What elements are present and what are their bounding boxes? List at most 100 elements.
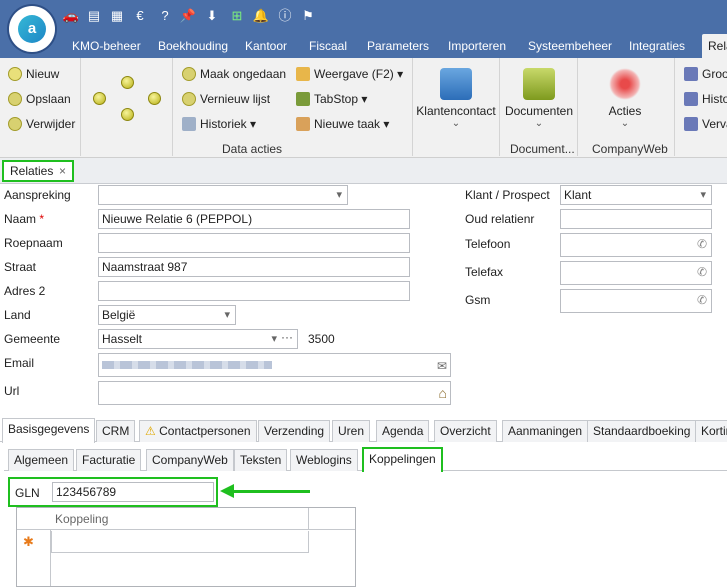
documenten-button[interactable]: Documenten ⌄ [504, 68, 574, 129]
save-button[interactable]: Opslaan [8, 89, 71, 109]
chevron-down-icon[interactable]: ▾ [271, 330, 277, 348]
tab-agenda[interactable]: Agenda [376, 420, 430, 442]
bell-icon[interactable]: 🔔 [252, 7, 270, 25]
tab-companyweb[interactable]: CompanyWeb [146, 449, 234, 471]
gemeente-select[interactable]: Hasselt ▾ ··· [98, 329, 298, 349]
menu-tab-relaties[interactable]: Rela [702, 34, 727, 58]
tab-facturatie[interactable]: Facturatie [76, 449, 142, 471]
klant-prospect-select[interactable]: Klant [560, 185, 712, 205]
refresh-button[interactable]: Vernieuw lijst [182, 89, 270, 109]
history-label: Historiek [200, 117, 247, 131]
tab-standaardboeking[interactable]: Standaardboeking [587, 420, 697, 442]
app-logo[interactable]: a [9, 6, 55, 52]
undo-button[interactable]: Maak ongedaan [182, 64, 286, 84]
group-icon [684, 67, 698, 81]
right-item-label: Histo [702, 92, 727, 106]
ribbon-right-item-1[interactable]: Groo [684, 64, 727, 84]
view-button[interactable]: Weergave (F2) ▾ [296, 64, 403, 84]
contacts-icon[interactable]: ▤ [85, 7, 103, 25]
tab-algemeen[interactable]: Algemeen [8, 449, 75, 471]
ribbon-separator [412, 58, 413, 156]
nav-first-icon[interactable] [93, 92, 106, 105]
tab-crm[interactable]: CRM [96, 420, 136, 442]
delete-icon [8, 117, 22, 131]
tab-teksten[interactable]: Teksten [234, 449, 288, 471]
tab-overzicht[interactable]: Overzicht [434, 420, 497, 442]
menu-tab-boekhouding[interactable]: Boekhouding [158, 36, 228, 56]
menu-tab-integraties[interactable]: Integraties [629, 36, 685, 56]
menu-tab-parameters[interactable]: Parameters [367, 36, 429, 56]
tab-aanmaningen[interactable]: Aanmaningen [502, 420, 589, 442]
menu-tab-kantoor[interactable]: Kantoor [245, 36, 287, 56]
gln-field[interactable]: 123456789 [52, 482, 214, 502]
tab-basisgegevens[interactable]: Basisgegevens [2, 418, 96, 443]
naam-field[interactable]: Nieuwe Relatie 6 (PEPPOL) [98, 209, 410, 229]
history-button[interactable]: Historiek ▾ [182, 114, 256, 134]
koppeling-grid[interactable]: Koppeling ✱ [16, 507, 356, 587]
menu-tab-systeembeheer[interactable]: Systeembeheer [528, 36, 612, 56]
tab-contactpersonen[interactable]: ⚠ Contactpersonen [139, 420, 257, 442]
warning-icon: ⚠ [145, 424, 156, 438]
download-icon[interactable]: ⬇ [203, 7, 221, 25]
currency-icon[interactable]: € [131, 7, 149, 25]
person-icon [440, 68, 472, 100]
right-item-label: Verva [702, 117, 727, 131]
telefax-field[interactable]: ✆ [560, 261, 712, 285]
car-icon[interactable]: 🚗 [62, 7, 80, 25]
gsm-field[interactable]: ✆ [560, 289, 712, 313]
tab-weblogins[interactable]: Weblogins [290, 449, 358, 471]
new-row[interactable] [51, 531, 309, 553]
oud-relatienr-field[interactable] [560, 209, 712, 229]
pin-icon[interactable]: 📌 [179, 7, 197, 25]
straat-field[interactable]: Naamstraat 987 [98, 257, 410, 277]
ribbon-right-item-2[interactable]: Histo [684, 89, 727, 109]
email-field[interactable]: ✉ [98, 353, 451, 377]
nav-last-icon[interactable] [148, 92, 161, 105]
tab-relaties[interactable]: Relaties × [2, 160, 74, 182]
ribbon-right-item-3[interactable]: Verva [684, 114, 727, 134]
adres2-field[interactable] [98, 281, 410, 301]
tab-koppelingen[interactable]: Koppelingen [362, 447, 443, 472]
new-task-label: Nieuwe taak [314, 117, 381, 131]
close-icon[interactable]: × [59, 162, 66, 180]
menu-tab-fiscaal[interactable]: Fiscaal [309, 36, 347, 56]
info-icon[interactable]: ⓘ [276, 7, 294, 25]
help-icon[interactable]: ? [156, 7, 174, 25]
calculator-icon[interactable]: ▦ [108, 7, 126, 25]
naam-label: Naam * [4, 212, 44, 226]
acties-button[interactable]: Acties ⌄ [592, 68, 658, 129]
document-tab-bar: Relaties × [0, 158, 727, 184]
new-task-button[interactable]: Nieuwe taak ▾ [296, 114, 389, 134]
phone-icon[interactable]: ✆ [697, 235, 707, 253]
klantencontact-button[interactable]: Klantencontact ⌄ [416, 68, 496, 129]
home-icon[interactable]: ⌂ [439, 384, 447, 402]
required-marker: * [39, 212, 45, 226]
sub-tab-bar: Algemeen Facturatie CompanyWeb Teksten W… [4, 447, 727, 472]
phone-icon[interactable]: ✆ [697, 291, 707, 309]
delete-button[interactable]: Verwijder [8, 114, 75, 134]
tab-verzending[interactable]: Verzending [258, 420, 331, 442]
column-header-koppeling[interactable]: Koppeling [51, 508, 309, 530]
aanspreking-select[interactable] [98, 185, 348, 205]
new-label: Nieuw [26, 67, 60, 81]
url-field[interactable]: ⌂ [98, 381, 451, 405]
group-label-companyweb: CompanyWeb [592, 142, 668, 156]
land-select[interactable]: België [98, 305, 236, 325]
flag-icon[interactable]: ⚑ [299, 7, 317, 25]
tabstop-button[interactable]: TabStop ▾ [296, 89, 367, 109]
undo-label: Maak ongedaan [200, 67, 287, 81]
ellipsis-icon[interactable]: ··· [281, 330, 293, 346]
nav-down-icon[interactable] [121, 108, 134, 121]
nav-up-icon[interactable] [121, 76, 134, 89]
roepnaam-field[interactable] [98, 233, 410, 253]
phone-icon[interactable]: ✆ [697, 263, 707, 281]
add-icon[interactable]: ⊞ [228, 7, 246, 25]
telefoon-field[interactable]: ✆ [560, 233, 712, 257]
ribbon-separator [80, 58, 81, 156]
menu-tab-importeren[interactable]: Importeren [448, 36, 506, 56]
menu-tab-kmo[interactable]: KMO-beheer [72, 36, 141, 56]
tab-uren[interactable]: Uren [332, 420, 371, 442]
email-compose-icon[interactable]: ✉ [437, 357, 447, 375]
new-button[interactable]: Nieuw [8, 64, 59, 84]
tab-kortingen[interactable]: Kortin [695, 420, 727, 442]
